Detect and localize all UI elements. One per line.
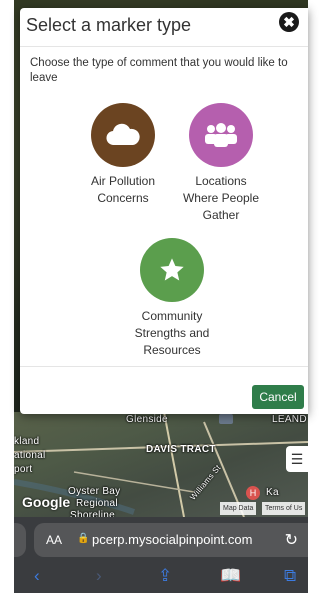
google-logo: Google [22,494,71,510]
star-icon [160,258,184,281]
reload-icon[interactable]: ↻ [285,530,298,550]
marker-label: Community Strengths and Resources [117,308,227,359]
marker-circle[interactable] [189,103,253,167]
marker-label-line: Resources [143,343,201,357]
url-field[interactable]: AA 🔒 pcerp.mysocialpinpoint.com ↻ [34,523,308,557]
marker-label-line: Gather [202,208,240,222]
map-label-davis-tract: DAVIS TRACT [146,444,216,455]
lock-icon: 🔒 [77,533,90,544]
cancel-button[interactable]: Cancel [252,385,304,409]
marker-circle[interactable] [91,103,155,167]
marker-label-line: Locations [195,174,247,188]
dialog-header: Select a marker type ✖ [20,8,308,47]
dialog-title: Select a marker type [26,15,192,35]
map-label-kland: kland [14,436,40,447]
marker-label-line: Strengths and [134,326,210,340]
browser-address-bar: AA 🔒 pcerp.mysocialpinpoint.com ↻ [14,517,308,562]
marker-option-air-pollution[interactable]: Air Pollution Concerns [68,103,178,207]
map-data-link[interactable]: Map Data [220,502,257,515]
dialog-description: Choose the type of comment that you woul… [30,57,288,84]
marker-type-dialog: Select a marker type ✖ Choose the type o… [20,8,308,414]
forward-icon[interactable]: › [96,566,102,586]
terms-link[interactable]: Terms of Us [262,502,306,515]
marker-label: Air Pollution Concerns [68,173,178,207]
map-layers-button[interactable]: ☰ [286,446,308,472]
map-label-oyster-bay: Oyster Bay [68,486,121,497]
map-label-regional: Regional [76,498,118,509]
map-label-glenside: Glenside [126,414,168,425]
previous-tab-pill[interactable] [14,523,26,557]
map-label-ka: Ka [266,487,279,498]
marker-label-line: Where People [182,191,260,205]
marker-circle[interactable] [140,238,204,302]
map-label-port: port [14,464,33,475]
map-label-leand: LEAND [272,414,307,425]
dialog-footer: Cancel [20,366,308,415]
close-button[interactable]: ✖ [279,12,299,32]
group-icon [205,123,237,147]
bookmarks-icon[interactable]: 📖 [220,566,241,586]
marker-label-line: Concerns [97,191,149,205]
marker-option-community[interactable]: Community Strengths and Resources [117,238,227,359]
cloud-icon [106,123,140,146]
marker-option-locations[interactable]: Locations Where People Gather [166,103,276,224]
close-icon: ✖ [283,14,295,30]
marker-label: Locations Where People Gather [166,173,276,224]
tabs-icon[interactable]: ⧉ [284,566,296,586]
marker-label-line: Community [141,309,203,323]
map-label-national: ational [14,450,46,461]
map-pin-icon[interactable]: H [246,486,260,500]
text-size-button[interactable]: AA [46,533,62,547]
back-icon[interactable]: ‹ [34,566,40,586]
url-text: pcerp.mysocialpinpoint.com [92,532,253,547]
share-icon[interactable]: ⇪ [158,566,172,586]
marker-label-line: Air Pollution [90,174,156,188]
browser-toolbar: ‹ › ⇪ 📖 ⧉ [14,562,308,593]
list-icon: ☰ [290,450,304,467]
